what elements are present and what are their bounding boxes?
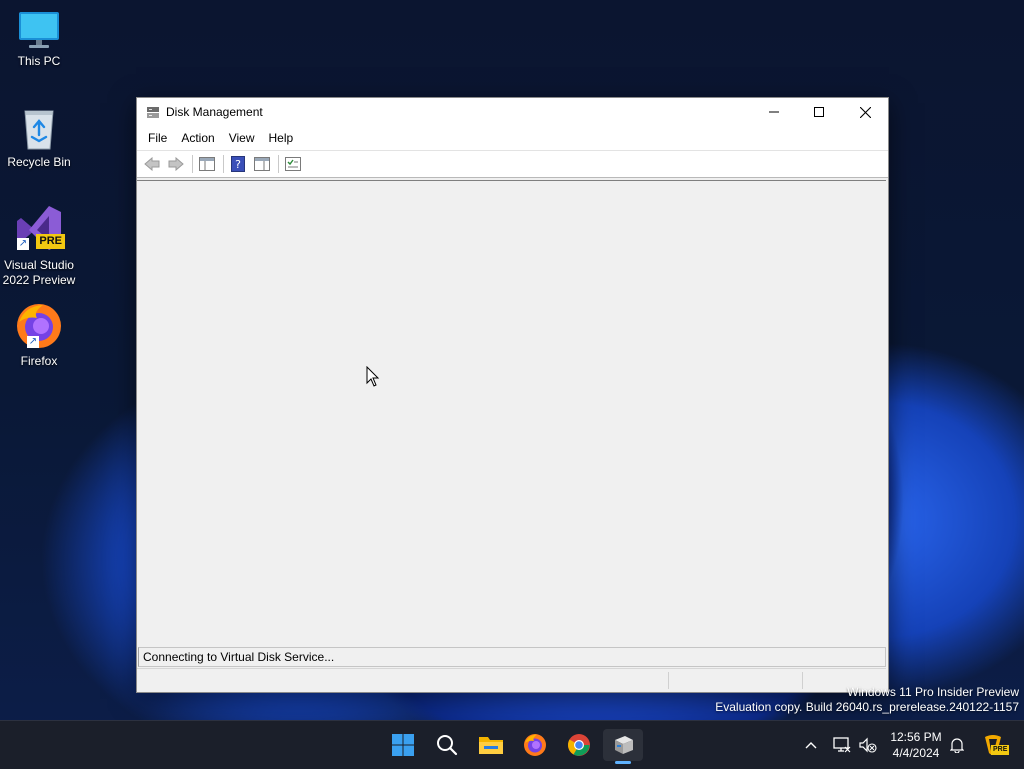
minimize-icon [769,111,779,113]
windows-start-icon [392,734,414,756]
toolbar-separator [192,155,193,173]
watermark-line1: Windows 11 Pro Insider Preview [847,685,1019,699]
show-hide-console-tree-icon [199,157,215,171]
status-bar-separator [668,672,669,689]
help-icon: ? [231,156,245,172]
chevron-up-icon [805,742,817,749]
toolbar-separator [278,155,279,173]
show-hide-action-pane-button[interactable] [251,154,273,174]
file-explorer-icon [479,737,503,754]
menu-action[interactable]: Action [174,131,221,145]
volume-button[interactable] [856,721,880,769]
chrome-taskbar-button[interactable] [559,729,599,761]
back-icon [144,157,160,171]
connection-status: Connecting to Virtual Disk Service... [138,647,886,667]
title-bar[interactable]: Disk Management [137,98,888,126]
window-title: Disk Management [166,105,263,119]
close-button[interactable] [842,98,888,126]
desktop-icon-label-line2: 2022 Preview [2,273,76,287]
volume-muted-icon [859,737,877,753]
bell-icon [950,738,964,753]
disk-management-taskbar-button[interactable] [603,729,643,761]
show-hidden-icons-button[interactable] [800,721,822,769]
recycle-bin-icon [24,110,54,150]
close-icon [859,106,871,118]
monitor-icon [19,12,59,48]
desktop-icon-label-line1: Visual Studio [4,258,74,272]
network-status-button[interactable] [830,721,854,769]
file-explorer-button[interactable] [471,729,511,761]
toolbar-separator [223,155,224,173]
disk-management-icon [615,736,633,754]
toolbar: ? [137,150,888,178]
main-content-pane[interactable] [137,180,886,645]
shortcut-arrow-icon: ↗ [17,238,29,250]
help-button[interactable]: ? [227,154,249,174]
search-icon [437,735,458,756]
desktop-icon-label: This PC [17,54,61,68]
show-hide-console-tree-button[interactable] [196,154,218,174]
minimize-button[interactable] [751,98,797,126]
notifications-button[interactable] [946,721,968,769]
properties-icon [285,157,301,171]
evaluation-watermark: Windows 11 Pro Insider Preview Evaluatio… [715,685,1019,715]
desktop-icon-firefox[interactable]: ↗ Firefox [1,302,77,369]
svg-text:?: ? [235,158,241,171]
desktop-icon-label: Recycle Bin [7,155,71,169]
pre-badge: PRE [991,745,1010,755]
desktop-icon-visual-studio[interactable]: PRE ↗ Visual Studio 2022 Preview [1,204,77,288]
desktop-icon-this-pc[interactable]: This PC [1,10,77,69]
copilot-button[interactable]: PRE [978,721,1010,769]
firefox-icon [17,304,61,348]
mouse-pointer-icon [366,366,380,387]
show-hide-action-pane-icon [254,157,270,171]
maximize-icon [814,107,824,117]
clock[interactable]: 12:56 PM 4/4/2024 [884,729,948,761]
status-message: Connecting to Virtual Disk Service... [143,650,335,664]
desktop-icon-recycle-bin[interactable]: Recycle Bin [1,107,77,170]
disk-management-app-icon [147,107,159,118]
pre-badge: PRE [36,234,65,249]
network-icon [833,737,851,753]
maximize-button[interactable] [796,98,842,126]
start-button[interactable] [383,729,423,761]
active-app-indicator [615,761,631,764]
menu-bar: File Action View Help [137,126,888,150]
watermark-line2: Evaluation copy. Build 26040.rs_prerelea… [715,700,1019,714]
forward-button[interactable] [165,154,187,174]
disk-management-window: Disk Management File Action View Help ? [136,97,889,693]
menu-view[interactable]: View [222,131,262,145]
search-button[interactable] [427,729,467,761]
shortcut-arrow-icon: ↗ [27,336,39,348]
properties-button[interactable] [282,154,304,174]
forward-icon [168,157,184,171]
menu-file[interactable]: File [141,131,174,145]
chrome-icon [568,734,590,756]
firefox-taskbar-button[interactable] [515,729,555,761]
clock-time: 12:56 PM [890,730,942,744]
taskbar: 12:56 PM 4/4/2024 PRE [0,720,1024,769]
clock-date: 4/4/2024 [892,746,940,760]
firefox-icon [524,734,546,756]
desktop-icon-label: Firefox [20,354,58,368]
back-button[interactable] [141,154,163,174]
menu-help[interactable]: Help [262,131,301,145]
